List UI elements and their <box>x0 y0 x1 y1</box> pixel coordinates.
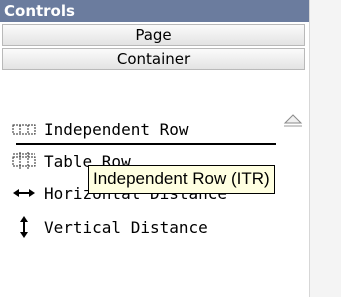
page-section-button[interactable]: Page <box>2 24 305 46</box>
control-item-label: Vertical Distance <box>44 217 208 237</box>
horizontal-distance-icon <box>13 189 35 197</box>
vertical-distance-icon <box>20 216 28 238</box>
scroll-up-icon[interactable] <box>282 112 304 130</box>
canvas-edge <box>309 0 341 297</box>
control-item-independent-row[interactable]: Independent Row <box>12 114 189 144</box>
table-row-icon <box>12 152 36 170</box>
drag-indicator-line <box>16 143 276 145</box>
control-item-vertical-distance[interactable]: Vertical Distance <box>12 212 208 242</box>
control-item-label: Independent Row <box>44 119 189 139</box>
controls-panel: Controls Page Container Independent Row … <box>0 0 309 297</box>
panel-title: Controls <box>0 0 309 22</box>
tooltip: Independent Row (ITR) <box>88 165 275 194</box>
independent-row-icon <box>12 124 36 135</box>
container-section-button[interactable]: Container <box>2 48 305 70</box>
